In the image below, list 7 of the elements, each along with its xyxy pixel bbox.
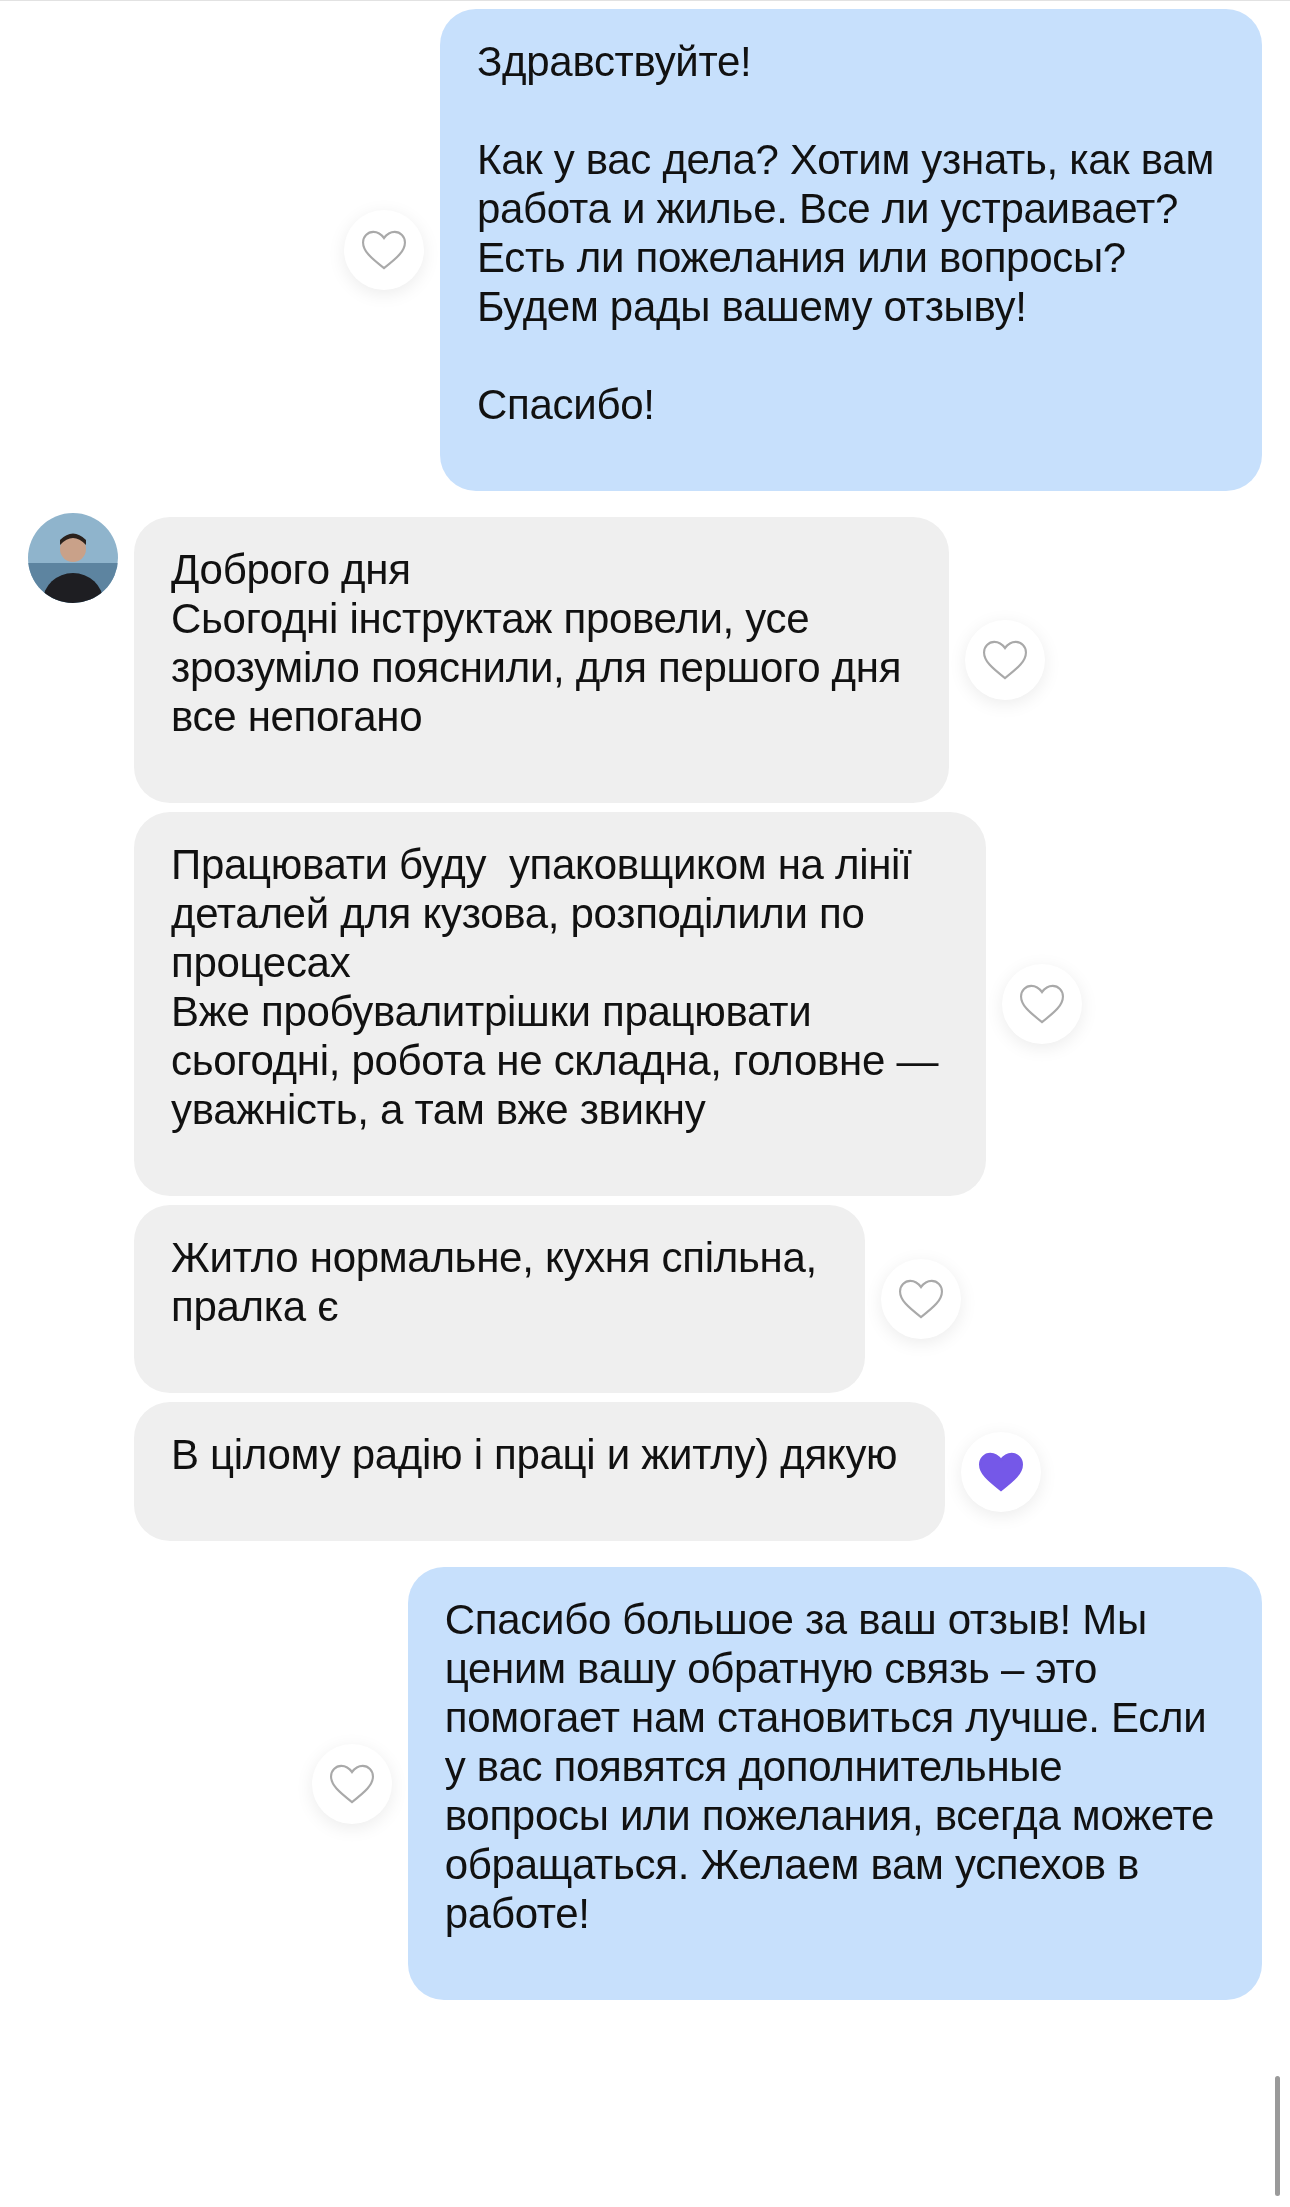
message-bubble: Доброго дня Сьогодні інструктаж провели, усе зрозуміло пояснили, для першого дня все непогано <box>134 517 950 803</box>
message-bubble: Здравствуйте! Как у вас дела? Хотим узнать, как вам работа и жилье. Все ли устраивает? Есть ли пожелания или вопросы? Будем рады вашему отзыву! Спасибо! <box>440 9 1262 491</box>
message-bubble: Працювати буду упаковщиком на лінії деталей для кузова, розподілили по процесах Вже пробувалитрішки працювати сьогодні, робота не складна, головне — уважність, а там вже звикну <box>134 812 987 1196</box>
message-bubble: Житло нормальне, кухня спільна, пралка є <box>134 1205 865 1393</box>
message-bubble: Спасибо большое за ваш отзыв! Мы ценим вашу обратную связь – это помогает нам становиться лучше. Если у вас появятся дополнительные вопросы или пожелания, всегда можете обращаться. Желаем вам успехов в работе! <box>407 1567 1262 2000</box>
scrollbar[interactable] <box>1275 2076 1280 2196</box>
message-bubble: В цілому радію і праці и житлу) дякую <box>134 1402 946 1541</box>
